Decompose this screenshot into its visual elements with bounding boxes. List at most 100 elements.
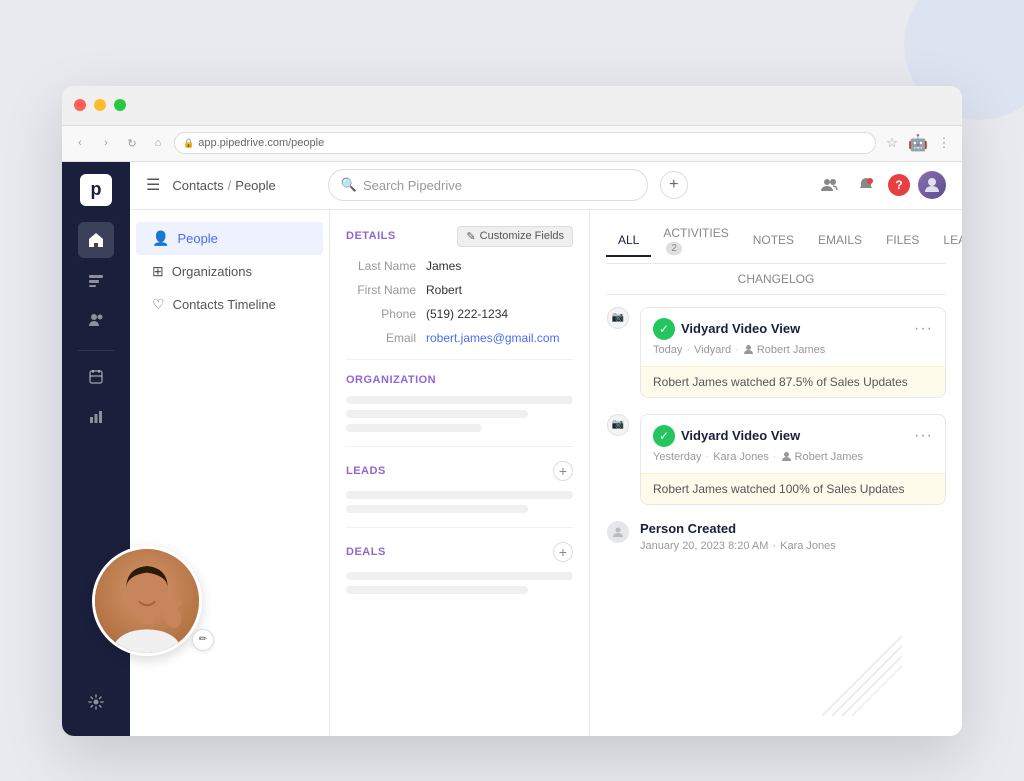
activity-feed-panel: ALL ACTIVITIES 2 NOTES EMAILS FILES LEAD… [590, 210, 962, 736]
extension-icon: 🤖 [908, 133, 928, 153]
sidebar-item-contacts[interactable] [78, 302, 114, 338]
reload-button[interactable]: ↻ [122, 133, 142, 153]
activities-badge: 2 [666, 242, 682, 255]
contacts-icon-btn[interactable] [816, 171, 844, 199]
activity-source-2: Kara Jones [713, 451, 769, 463]
tabs-row: ALL ACTIVITIES 2 NOTES EMAILS FILES LEAD… [606, 210, 946, 264]
deals-section-header: DEALS + [346, 542, 573, 562]
tab-files[interactable]: FILES [874, 225, 931, 257]
activity-time-2: Yesterday [653, 451, 702, 463]
maximize-button[interactable] [114, 99, 126, 111]
decorative-lines [822, 636, 902, 716]
user-avatar[interactable] [918, 171, 946, 199]
back-button[interactable]: ‹ [70, 133, 90, 153]
activity-card-header-2: ✓ Vidyard Video View ··· [641, 415, 945, 451]
deals-title: DEALS [346, 546, 386, 558]
org-placeholder-3 [346, 424, 482, 432]
nav-item-people[interactable]: 👤 People [136, 222, 323, 255]
customize-icon: ✎ [466, 230, 475, 243]
section-divider-2 [346, 446, 573, 447]
search-bar[interactable]: 🔍 Search Pipedrive [328, 169, 648, 201]
breadcrumb-current: People [235, 178, 275, 193]
person-avatar [95, 549, 199, 653]
customize-fields-button[interactable]: ✎ Customize Fields [457, 226, 573, 247]
tab-activities[interactable]: ACTIVITIES 2 [651, 218, 740, 264]
add-lead-button[interactable]: + [553, 461, 573, 481]
left-nav-panel: 👤 People ⊞ Organizations ♡ Contacts Time… [130, 210, 330, 736]
add-deal-button[interactable]: + [553, 542, 573, 562]
section-divider-1 [346, 359, 573, 360]
field-value-phone: (519) 222-1234 [426, 307, 508, 321]
edit-photo-button[interactable]: ✏ [192, 629, 214, 651]
nav-item-timeline-label: Contacts Timeline [173, 297, 276, 312]
field-label-email: Email [346, 331, 426, 345]
tab-leads[interactable]: LEADS [931, 225, 962, 257]
activity-item-1: 📷 ✓ Vidyard Video View ··· [606, 307, 946, 398]
menu-icon[interactable]: ☰ [146, 175, 160, 195]
tabs-row-2: CHANGELOG [606, 264, 946, 295]
activity-feed: 📷 ✓ Vidyard Video View ··· [606, 295, 946, 552]
more-button[interactable]: ⋮ [934, 133, 954, 153]
lock-icon: 🔒 [183, 138, 194, 149]
timeline-icon: ♡ [152, 296, 165, 313]
person-created-date: January 20, 2023 8:20 AM [640, 540, 768, 552]
search-icon: 🔍 [341, 177, 357, 193]
notifications-btn[interactable] [852, 171, 880, 199]
person-created-item: Person Created January 20, 2023 8:20 AM … [606, 521, 946, 552]
sidebar-logo[interactable]: p [80, 174, 112, 206]
person-created-content: Person Created January 20, 2023 8:20 AM … [640, 521, 836, 552]
activity-body-1: Robert James watched 87.5% of Sales Upda… [641, 366, 945, 397]
activity-icon-col-1: 📷 [606, 307, 630, 398]
org-section-title: ORGANIZATION [346, 374, 573, 386]
field-value-lastname: James [426, 259, 461, 273]
field-value-firstname: Robert [426, 283, 462, 297]
section-divider-3 [346, 527, 573, 528]
top-nav-right: ? [816, 171, 946, 199]
field-phone: Phone (519) 222-1234 [346, 307, 573, 321]
activity-time-1: Today [653, 344, 682, 356]
person-created-title: Person Created [640, 521, 836, 536]
activity-more-1[interactable]: ··· [914, 320, 933, 338]
nav-item-timeline[interactable]: ♡ Contacts Timeline [136, 288, 323, 321]
address-bar[interactable]: 🔒 app.pipedrive.com/people [174, 132, 876, 154]
sidebar-item-pipeline[interactable] [78, 262, 114, 298]
add-button[interactable]: + [660, 171, 688, 199]
details-panel: DETAILS ✎ Customize Fields Last Name Jam… [330, 210, 590, 736]
leads-placeholder-1 [346, 491, 573, 499]
home-button[interactable]: ⌂ [148, 133, 168, 153]
field-label-lastname: Last Name [346, 259, 426, 273]
browser-nav: ‹ › ↻ ⌂ 🔒 app.pipedrive.com/people ☆ 🤖 ⋮ [62, 126, 962, 162]
person-created-icon [607, 521, 629, 543]
sidebar-item-reports[interactable] [78, 399, 114, 435]
tab-notes[interactable]: NOTES [741, 225, 806, 257]
bookmark-button[interactable]: ☆ [882, 133, 902, 153]
tab-emails[interactable]: EMAILS [806, 225, 874, 257]
sidebar-item-settings[interactable] [78, 684, 114, 720]
activity-source-1: Vidyard [694, 344, 731, 356]
activity-more-2[interactable]: ··· [914, 427, 933, 445]
activity-person-2: Robert James [781, 451, 863, 463]
field-first-name: First Name Robert [346, 283, 573, 297]
camera-icon-1: 📷 [607, 307, 629, 329]
details-title: DETAILS [346, 230, 396, 242]
minimize-button[interactable] [94, 99, 106, 111]
browser-chrome [62, 86, 962, 126]
breadcrumb: Contacts / People [172, 178, 275, 193]
leads-section-header: LEADS + [346, 461, 573, 481]
customize-label: Customize Fields [480, 230, 564, 242]
sidebar-item-home[interactable] [78, 222, 114, 258]
activity-title-1: Vidyard Video View [681, 321, 800, 336]
forward-button[interactable]: › [96, 133, 116, 153]
nav-item-organizations[interactable]: ⊞ Organizations [136, 255, 323, 288]
breadcrumb-parent[interactable]: Contacts [172, 178, 223, 193]
field-last-name: Last Name James [346, 259, 573, 273]
help-btn[interactable]: ? [888, 174, 910, 196]
breadcrumb-separator: / [228, 178, 232, 193]
tab-changelog[interactable]: CHANGELOG [726, 268, 827, 290]
field-email: Email robert.james@gmail.com [346, 331, 573, 345]
close-button[interactable] [74, 99, 86, 111]
edit-icon: ✏ [199, 634, 207, 645]
activity-card-1: ✓ Vidyard Video View ··· Today · Vidyar [640, 307, 946, 398]
sidebar-item-activities[interactable] [78, 359, 114, 395]
tab-all[interactable]: ALL [606, 225, 651, 257]
